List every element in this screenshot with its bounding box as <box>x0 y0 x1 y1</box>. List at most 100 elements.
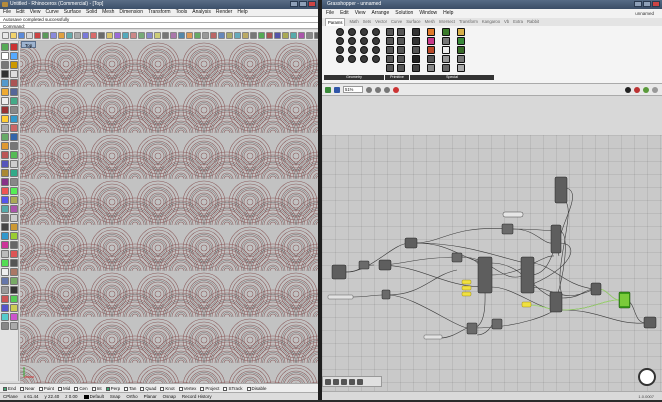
component-icon[interactable] <box>412 46 420 54</box>
side-tool-icon[interactable] <box>10 79 18 87</box>
widget-icon-3[interactable] <box>341 379 347 385</box>
osnap-checkbox[interactable] <box>20 386 25 391</box>
component-icon[interactable] <box>372 55 380 63</box>
side-tool-icon[interactable] <box>1 214 9 222</box>
side-tool-icon[interactable] <box>1 322 9 330</box>
sketch-icon[interactable] <box>375 86 381 93</box>
side-tool-icon[interactable] <box>1 241 9 249</box>
toolbar-tool-icon[interactable] <box>242 32 249 39</box>
widget-icon-4[interactable] <box>349 379 355 385</box>
side-tool-icon[interactable] <box>10 43 18 51</box>
side-tool-icon[interactable] <box>10 187 18 195</box>
component-icon[interactable] <box>427 64 435 72</box>
side-tool-icon[interactable] <box>1 115 9 123</box>
osnap-perp[interactable]: Perp <box>105 384 120 392</box>
toolbar-tool-icon[interactable] <box>98 32 105 39</box>
toolbar-tool-icon[interactable] <box>178 32 185 39</box>
component-icon[interactable] <box>457 46 465 54</box>
toolbar-tool-icon[interactable] <box>82 32 89 39</box>
toolbar-tool-icon[interactable] <box>34 32 41 39</box>
component-icon[interactable] <box>457 64 465 72</box>
component-icon[interactable] <box>386 46 394 54</box>
component-icon[interactable] <box>360 46 368 54</box>
tab-extra[interactable]: Extra <box>513 18 523 26</box>
component-icon[interactable] <box>427 28 435 36</box>
toolbar-tool-icon[interactable] <box>10 32 17 39</box>
osnap-checkbox[interactable] <box>246 386 251 391</box>
gh-menu-solution[interactable]: Solution <box>395 9 413 18</box>
side-tool-icon[interactable] <box>10 241 18 249</box>
side-tool-icon[interactable] <box>10 196 18 204</box>
toolbar-tool-icon[interactable] <box>186 32 193 39</box>
side-tool-icon[interactable] <box>1 133 9 141</box>
toolbar-tool-icon[interactable] <box>306 32 313 39</box>
side-tool-icon[interactable] <box>10 88 18 96</box>
side-tool-icon[interactable] <box>10 70 18 78</box>
side-tool-icon[interactable] <box>1 106 9 114</box>
tab-rabbit[interactable]: Rabbit <box>527 18 539 26</box>
toolbar-tool-icon[interactable] <box>66 32 73 39</box>
toolbar-tool-icon[interactable] <box>146 32 153 39</box>
menu-analysis[interactable]: Analysis <box>192 9 211 16</box>
gh-minimize-button[interactable] <box>634 1 642 7</box>
preview-selected-icon[interactable] <box>643 86 649 93</box>
osnap-tan[interactable]: Tan <box>124 384 136 392</box>
toolbar-tool-icon[interactable] <box>298 32 305 39</box>
side-tool-icon[interactable] <box>1 187 9 195</box>
side-tool-icon[interactable] <box>1 223 9 231</box>
side-tool-icon[interactable] <box>1 268 9 276</box>
osnap-disable[interactable]: Disable <box>246 384 267 392</box>
side-tool-icon[interactable] <box>1 169 9 177</box>
component-icon[interactable] <box>397 37 405 45</box>
menu-dimension[interactable]: Dimension <box>119 9 143 16</box>
component-icon[interactable] <box>442 46 450 54</box>
component-icon[interactable] <box>372 37 380 45</box>
tab-mesh[interactable]: Mesh <box>425 18 435 26</box>
side-tool-icon[interactable] <box>10 277 18 285</box>
layer-indicator[interactable]: Default <box>83 393 104 400</box>
component-icon[interactable] <box>386 37 394 45</box>
toolbar-tool-icon[interactable] <box>274 32 281 39</box>
tab-transform[interactable]: Transform <box>459 18 478 26</box>
side-tool-icon[interactable] <box>1 205 9 213</box>
tab-params[interactable]: Params <box>325 18 346 26</box>
menu-edit[interactable]: Edit <box>16 9 25 16</box>
side-tool-icon[interactable] <box>10 214 18 222</box>
side-tool-icon[interactable] <box>1 286 9 294</box>
component-icon[interactable] <box>348 55 356 63</box>
command-prompt[interactable]: Command: <box>0 22 318 29</box>
side-tool-icon[interactable] <box>1 97 9 105</box>
toolbar-tool-icon[interactable] <box>74 32 81 39</box>
preview-wireframe-icon[interactable] <box>625 86 631 93</box>
gh-menu-arrange[interactable]: Arrange <box>371 9 389 18</box>
document-preview-icon[interactable] <box>652 86 658 93</box>
preview-shaded-icon[interactable] <box>634 86 640 93</box>
component-icon[interactable] <box>397 55 405 63</box>
component-icon[interactable] <box>412 28 420 36</box>
tab-sets[interactable]: Sets <box>363 18 371 26</box>
side-tool-icon[interactable] <box>10 151 18 159</box>
osnap-checkbox[interactable] <box>74 386 79 391</box>
osnap-knot[interactable]: Knot <box>160 384 175 392</box>
side-tool-icon[interactable] <box>1 196 9 204</box>
toolbar-tool-icon[interactable] <box>122 32 129 39</box>
side-tool-icon[interactable] <box>1 160 9 168</box>
status-toggle-planar[interactable]: Planar <box>144 393 157 400</box>
toolbar-tool-icon[interactable] <box>258 32 265 39</box>
component-icon[interactable] <box>336 28 344 36</box>
component-icon[interactable] <box>397 46 405 54</box>
menu-view[interactable]: View <box>30 9 41 16</box>
osnap-checkbox[interactable] <box>160 386 165 391</box>
side-tool-icon[interactable] <box>10 268 18 276</box>
component-icon[interactable] <box>360 37 368 45</box>
menu-render[interactable]: Render <box>216 9 232 16</box>
widget-icon-2[interactable] <box>333 379 339 385</box>
side-tool-icon[interactable] <box>1 43 9 51</box>
side-tool-icon[interactable] <box>10 304 18 312</box>
toolbar-tool-icon[interactable] <box>2 32 9 39</box>
osnap-checkbox[interactable] <box>200 386 205 391</box>
save-file-icon[interactable] <box>334 86 340 93</box>
component-icon[interactable] <box>427 37 435 45</box>
tab-vector[interactable]: Vector <box>375 18 387 26</box>
side-tool-icon[interactable] <box>10 142 18 150</box>
